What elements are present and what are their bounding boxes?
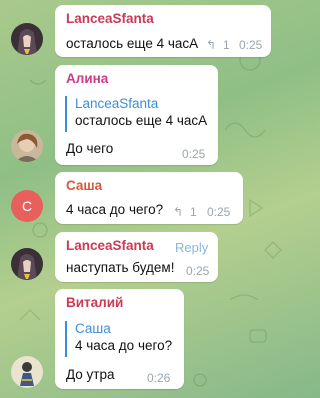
message-time: 0:26 <box>147 371 171 385</box>
message-text: До утра <box>66 367 115 382</box>
cartoon-avatar-icon <box>11 356 43 388</box>
quote-text: 4 часа до чего? <box>75 338 173 353</box>
message-bubble[interactable]: Саша 4 часа до чего? ↰ 1 0:25 <box>55 172 243 224</box>
sender-name[interactable]: Саша <box>66 178 102 193</box>
reply-count[interactable]: 1 <box>223 38 230 52</box>
message-text: 4 часа до чего? <box>66 202 164 217</box>
reply-arrow-icon[interactable]: ↰ <box>206 38 216 52</box>
anime-girl-avatar-icon <box>11 248 43 280</box>
message-bubble[interactable]: LanceaSfanta Reply наступать будем! 0:25 <box>55 232 218 282</box>
user-avatar[interactable] <box>11 356 43 388</box>
message-bubble[interactable]: LanceaSfanta осталось еще 4 часА ↰ 1 0:2… <box>55 5 271 57</box>
sender-name[interactable]: Алина <box>66 71 108 86</box>
reply-quote[interactable]: LanceaSfanta осталось еще 4 часА <box>65 96 207 132</box>
message-text: До чего <box>66 141 114 156</box>
quote-text: осталось еще 4 часА <box>75 113 208 128</box>
photo-avatar-icon <box>11 130 43 162</box>
reply-button[interactable]: Reply <box>175 240 208 255</box>
message-bubble[interactable]: Виталий Саша 4 часа до чего? До утра 0:2… <box>55 289 184 389</box>
message-text: осталось еще 4 часА <box>66 36 199 51</box>
message-time: 0:25 <box>207 205 231 219</box>
reply-quote[interactable]: Саша 4 часа до чего? <box>65 321 172 357</box>
message-time: 0:25 <box>239 38 263 52</box>
sender-name[interactable]: LanceaSfanta <box>66 238 154 253</box>
anime-girl-avatar-icon <box>11 23 43 55</box>
user-avatar[interactable] <box>11 23 43 55</box>
quote-sender: LanceaSfanta <box>75 96 159 111</box>
message-time: 0:25 <box>186 264 210 278</box>
message-time: 0:25 <box>182 147 206 161</box>
sender-name[interactable]: Виталий <box>66 295 123 310</box>
message-bubble[interactable]: Алина LanceaSfanta осталось еще 4 часА Д… <box>55 65 218 165</box>
reply-count[interactable]: 1 <box>190 205 197 219</box>
message-text: наступать будем! <box>66 260 175 275</box>
user-avatar[interactable] <box>11 130 43 162</box>
reply-arrow-icon[interactable]: ↰ <box>173 205 183 219</box>
user-avatar[interactable] <box>11 248 43 280</box>
user-avatar-letter[interactable]: С <box>11 190 43 222</box>
sender-name[interactable]: LanceaSfanta <box>66 11 154 26</box>
quote-sender: Саша <box>75 321 111 336</box>
